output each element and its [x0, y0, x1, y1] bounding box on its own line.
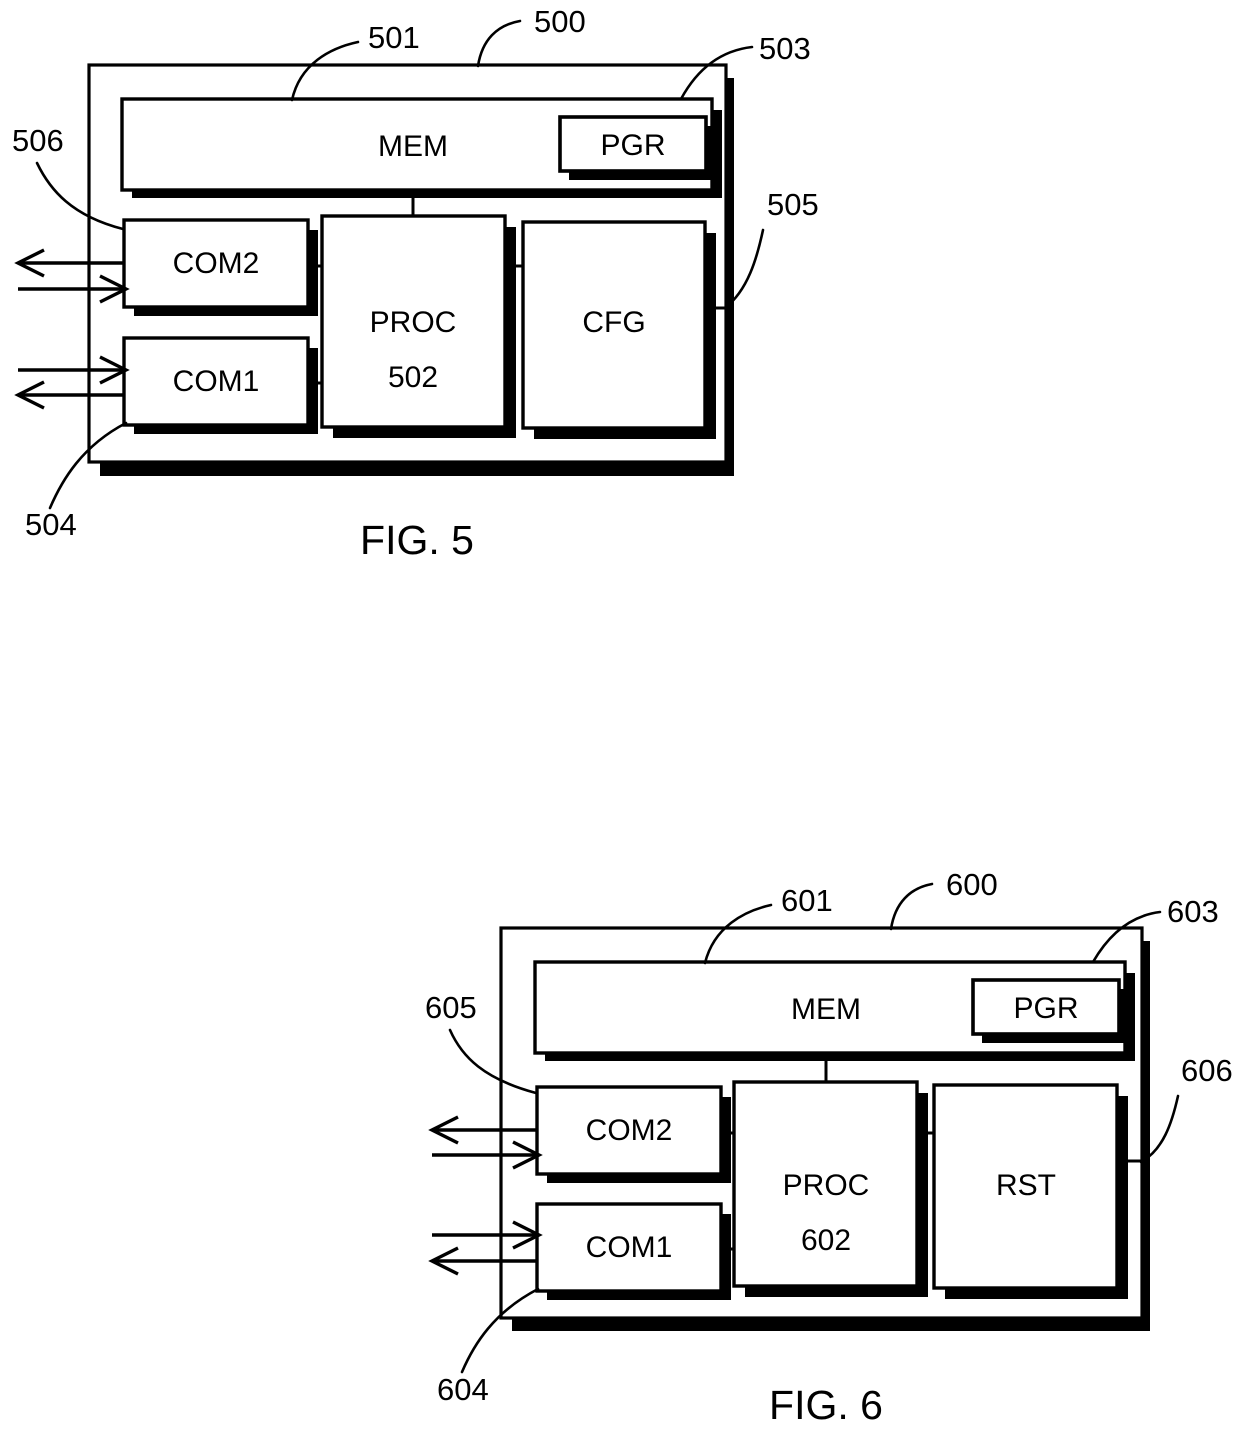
- fig6-proc-number: 602: [801, 1224, 851, 1257]
- figure-6: MEM PGR COM2 COM1 PROC 602 RST 601 600 6…: [425, 867, 1233, 1428]
- fig6-com2-in-arrow: [432, 1140, 543, 1170]
- fig6-ref-600: 600: [946, 867, 998, 902]
- fig6-mem-label: MEM: [791, 993, 861, 1026]
- fig6-caption: FIG. 6: [769, 1382, 883, 1428]
- fig6-pgr-label: PGR: [1013, 992, 1078, 1025]
- fig6-ref-605: 605: [425, 990, 477, 1025]
- fig6-com1-label: COM1: [586, 1231, 673, 1264]
- fig6-proc-label: PROC: [783, 1169, 870, 1202]
- fig6-ref-603: 603: [1167, 894, 1219, 929]
- fig6-ref-601: 601: [781, 883, 833, 918]
- fig6-lead-600: [889, 882, 934, 931]
- fig6-ref-604: 604: [437, 1372, 489, 1407]
- fig6-com2-label: COM2: [586, 1114, 673, 1147]
- drawing-sheet: MEM PGR COM2 COM1 PROC 502 CFG 501 500 5…: [0, 0, 1240, 1432]
- fig6-rst-label: RST: [996, 1169, 1056, 1202]
- fig6-ref-606: 606: [1181, 1053, 1233, 1088]
- fig6-com1-in-arrow: [432, 1220, 543, 1250]
